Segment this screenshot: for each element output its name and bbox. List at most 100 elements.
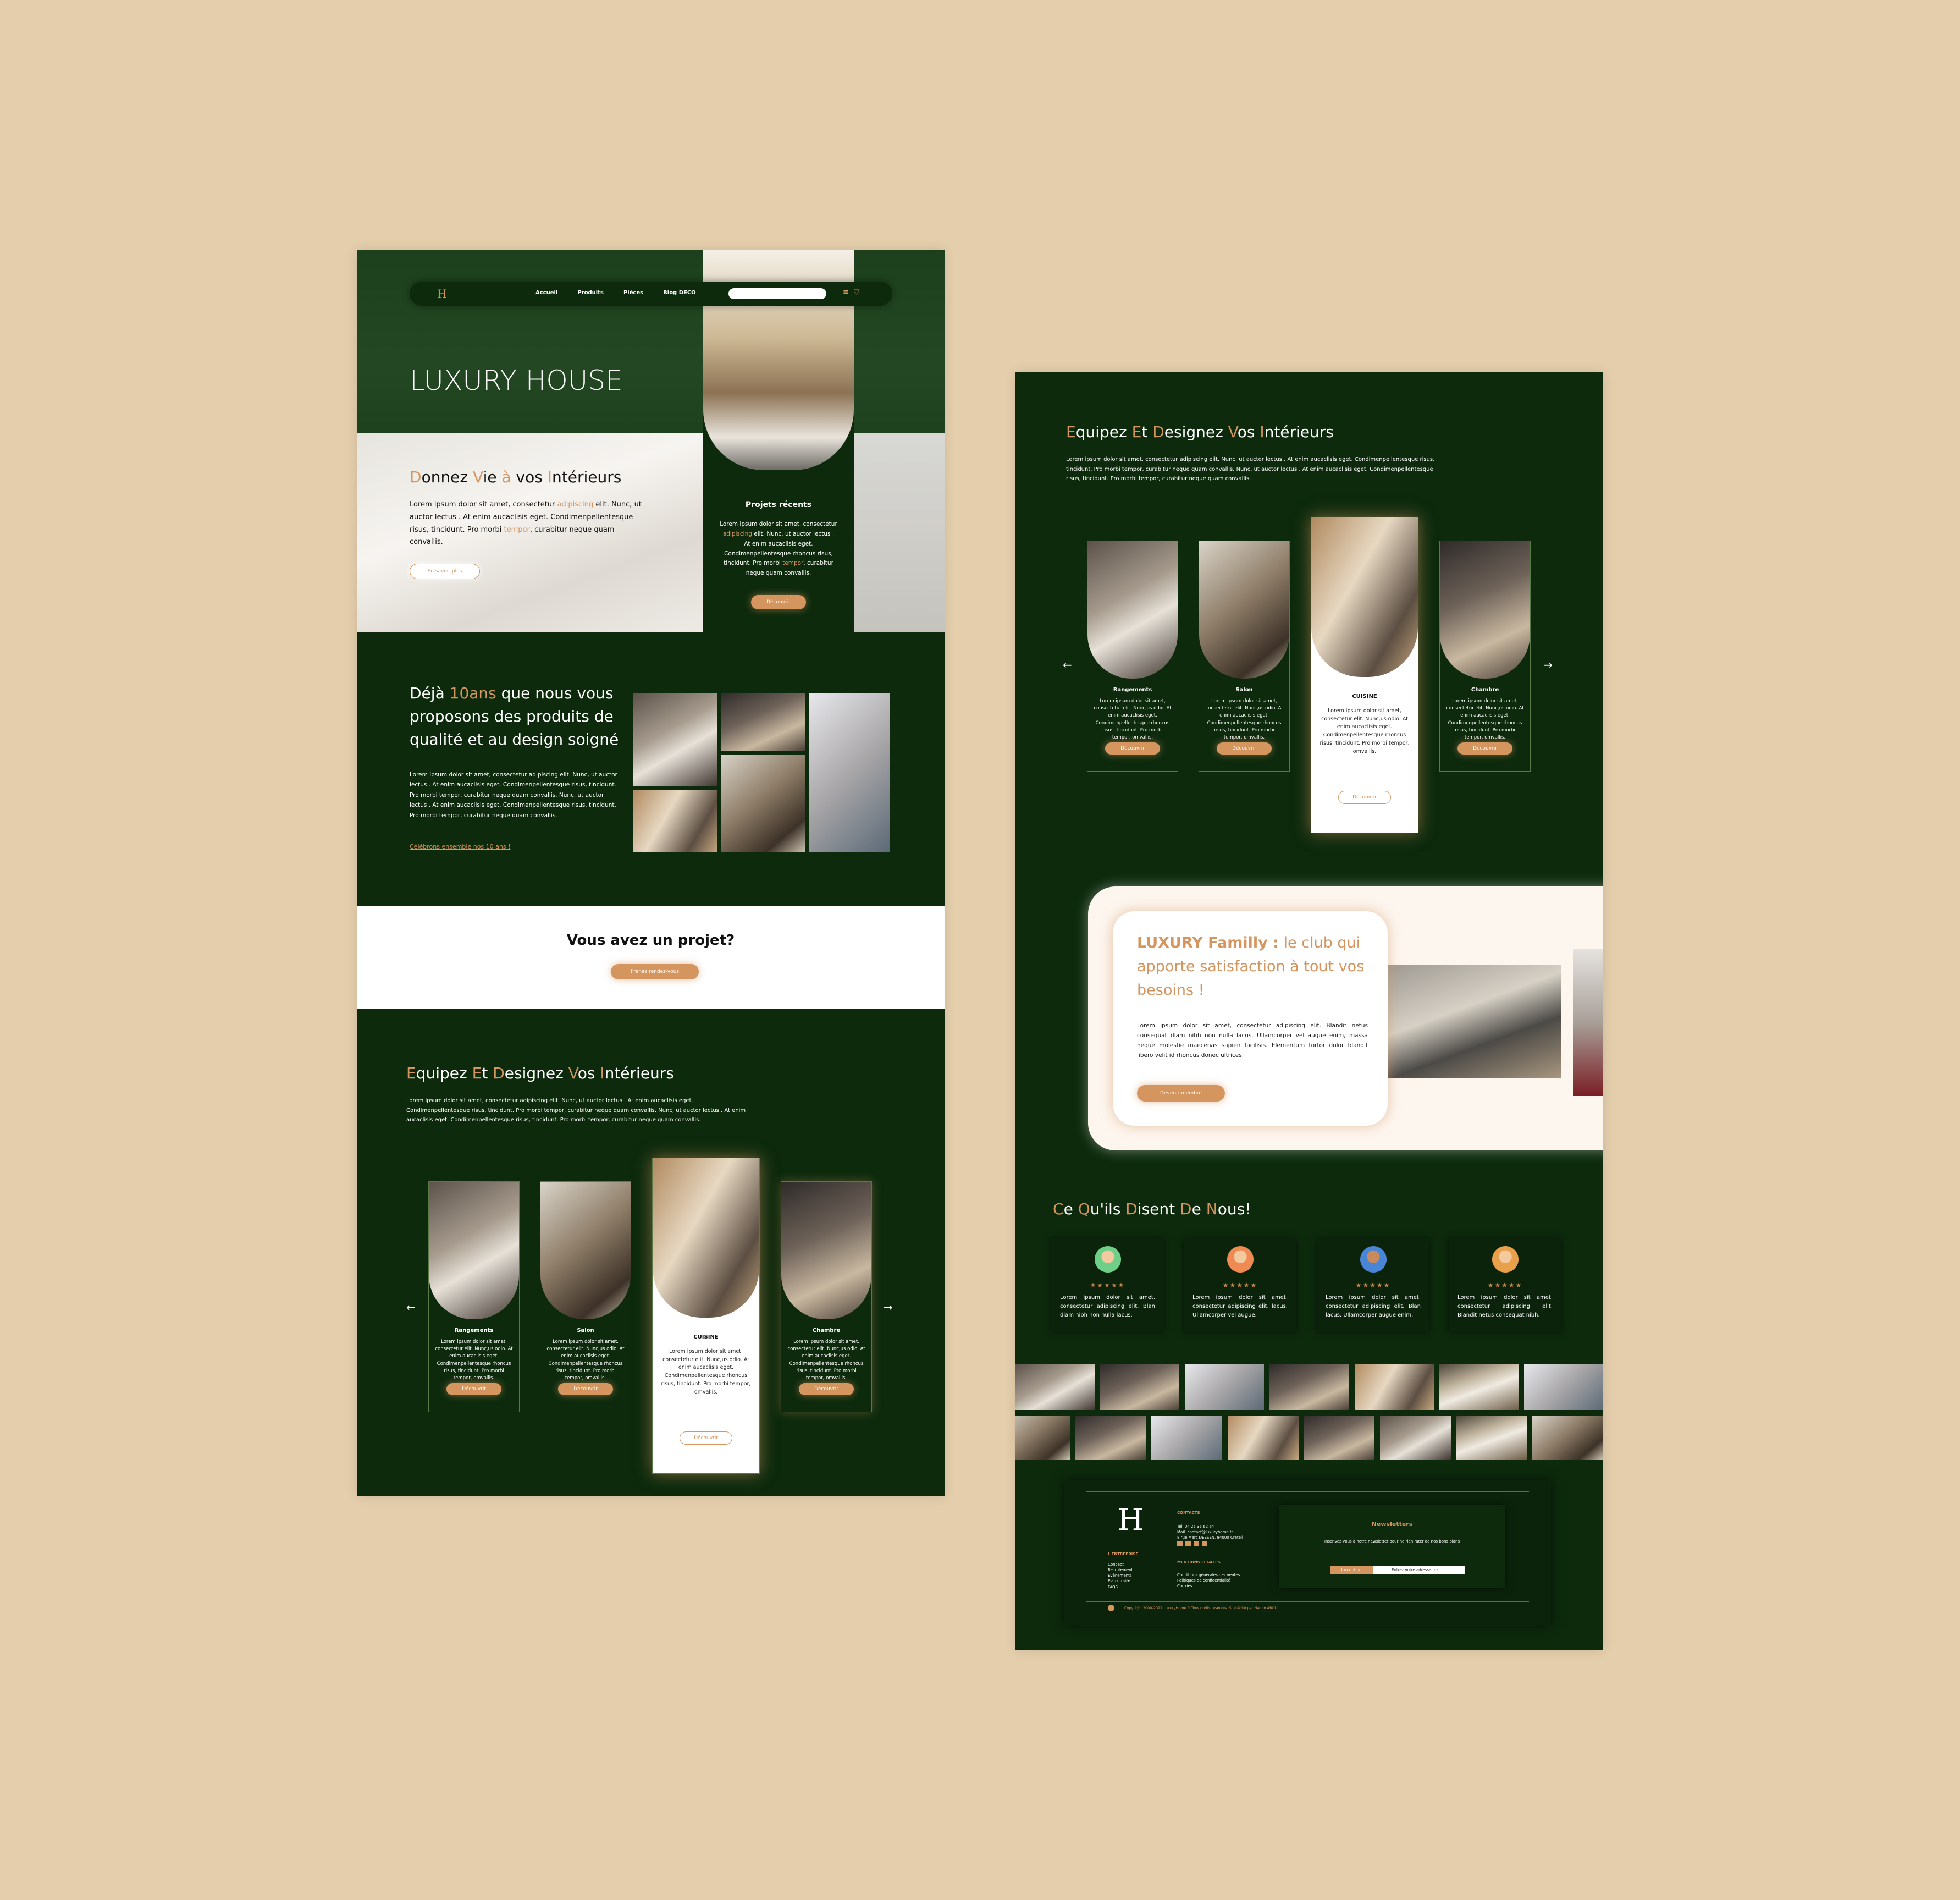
- cart-icon[interactable]: ⛉: [854, 288, 859, 296]
- room-card-rangements[interactable]: Rangements Lorem ipsum dolor sit amet, c…: [428, 1181, 520, 1412]
- nav-item-pieces[interactable]: Pièces: [623, 290, 643, 296]
- newsletter-subscribe-button[interactable]: Inscription: [1330, 1566, 1373, 1574]
- learn-more-button[interactable]: En savoir plus: [410, 564, 480, 579]
- room-card-text: Lorem ipsum dolor sit amet, consectetur …: [546, 1339, 625, 1381]
- nav-item-produits[interactable]: Produits: [577, 290, 604, 296]
- footer-link[interactable]: FAQS: [1108, 1584, 1133, 1590]
- room-card-image: [540, 1182, 631, 1319]
- footer-link[interactable]: Concept: [1108, 1562, 1133, 1567]
- legal-link[interactable]: Cookies: [1177, 1584, 1240, 1589]
- hero-green-overlay: [357, 250, 945, 433]
- discover-projects-button[interactable]: Découvrir: [751, 595, 806, 609]
- testimonials-letter: D: [1125, 1200, 1138, 1218]
- testimonial-card: ★★★★★ Lorem ipsum dolor sit amet, consec…: [1184, 1238, 1296, 1332]
- equip-letter: E: [1131, 423, 1142, 441]
- footer-link[interactable]: Recrutement: [1108, 1567, 1133, 1573]
- testimonial-text: Lorem ipsum dolor sit amet, consectetur …: [1326, 1295, 1421, 1318]
- room-card-chambre-2[interactable]: Chambre Lorem ipsum dolor sit amet, cons…: [1439, 541, 1531, 772]
- legal-link[interactable]: Conditions générales des ventes: [1177, 1573, 1240, 1578]
- equip-word: esignez: [1164, 423, 1228, 441]
- room-card-chambre[interactable]: Chambre Lorem ipsum dolor sit amet, cons…: [781, 1181, 872, 1412]
- room-card-cuisine[interactable]: CUISINE Lorem ipsum dolor sit amet, cons…: [652, 1158, 760, 1474]
- logo-icon[interactable]: H: [437, 287, 446, 300]
- headline-letter: D: [410, 468, 422, 486]
- equip-letter: E: [1066, 423, 1076, 441]
- hero-right-image: [854, 433, 945, 632]
- strip-image: [1439, 1364, 1519, 1410]
- company-title: L'ENTREPRISE: [1108, 1552, 1139, 1556]
- room-card-button[interactable]: Découvrir: [1217, 742, 1272, 755]
- room-card-button[interactable]: Découvrir: [558, 1383, 613, 1395]
- room-card-salon-2[interactable]: Salon Lorem ipsum dolor sit amet, consec…: [1199, 541, 1290, 772]
- headline-letter: I: [547, 468, 552, 486]
- headline-word: ie: [483, 468, 502, 486]
- equip-word: ntérieurs: [604, 1064, 674, 1082]
- testimonials-title: Ce Qu'ils Disent De Nous!: [1053, 1200, 1251, 1218]
- search-input[interactable]: ⌕: [728, 288, 826, 299]
- equip-letter: I: [1260, 423, 1265, 441]
- room-card-text: Lorem ipsum dolor sit amet, consectetur …: [1205, 698, 1283, 740]
- newsletter-email-input[interactable]: Entrez votre adresse mail: [1373, 1566, 1465, 1574]
- legal-link[interactable]: Politiques de confidentialité: [1177, 1578, 1240, 1584]
- testimonials-letter: D: [1180, 1200, 1192, 1218]
- room-card-rangements-2[interactable]: Rangements Lorem ipsum dolor sit amet, c…: [1087, 541, 1178, 772]
- headline-word: ntérieurs: [552, 468, 622, 486]
- youtube-icon[interactable]: [1202, 1541, 1207, 1546]
- room-card-image: [429, 1182, 519, 1319]
- nav-item-accueil[interactable]: Accueil: [535, 290, 557, 296]
- room-card-image: [1440, 541, 1530, 679]
- testimonials-word: e: [1063, 1200, 1078, 1218]
- gallery-image: [809, 693, 890, 852]
- strip-image: [1532, 1416, 1603, 1460]
- room-card-button[interactable]: Découvrir: [1105, 742, 1160, 755]
- pinterest-icon[interactable]: [1194, 1541, 1199, 1546]
- appointment-button[interactable]: Prenez rendez-vous: [611, 964, 699, 979]
- room-card-title: CUISINE: [693, 1334, 719, 1340]
- room-card-button[interactable]: Découvrir: [1338, 791, 1391, 804]
- photo-strip-row-2: [1015, 1416, 1603, 1460]
- carousel-prev-arrow-2[interactable]: ←: [1063, 658, 1072, 671]
- hero-body: Lorem ipsum dolor sit amet, consectetur …: [410, 499, 646, 549]
- menu-icon[interactable]: ≡: [843, 288, 849, 296]
- equip-word: quipez: [1075, 423, 1132, 441]
- carousel-next-arrow[interactable]: →: [884, 1301, 893, 1314]
- rating-stars: ★★★★★: [1487, 1281, 1523, 1289]
- club-body: Lorem ipsum dolor sit amet, consectetur …: [1137, 1022, 1368, 1059]
- room-card-cuisine-2[interactable]: CUISINE Lorem ipsum dolor sit amet, cons…: [1311, 517, 1418, 833]
- footer-link[interactable]: Plan du site: [1108, 1578, 1133, 1584]
- gallery-image: [633, 790, 717, 852]
- club-image-2: [1573, 949, 1603, 1096]
- nav-item-blog[interactable]: Blog DECO: [663, 290, 696, 296]
- strip-image: [1304, 1416, 1375, 1460]
- contact-phone: Tél. 04 25 35 62 64: [1177, 1524, 1214, 1529]
- room-card-text: Lorem ipsum dolor sit amet, consectetur …: [1319, 708, 1410, 755]
- carousel-prev-arrow[interactable]: ←: [406, 1301, 416, 1314]
- room-card-button[interactable]: Découvrir: [799, 1383, 854, 1395]
- avatar: [1094, 1246, 1121, 1273]
- contact-mail[interactable]: Mail. contact@luxuryhome.fr: [1177, 1530, 1243, 1535]
- nav-menu: Accueil Produits Pièces Blog DECO: [535, 290, 696, 296]
- room-card-image: [781, 1182, 871, 1319]
- room-card-title: CUISINE: [1352, 693, 1377, 700]
- hero-headline: Donnez Vie à vos Intérieurs: [410, 468, 621, 486]
- room-card-button[interactable]: Découvrir: [680, 1431, 732, 1445]
- strip-image: [1380, 1416, 1451, 1460]
- contacts-title: CONTACTS: [1177, 1511, 1200, 1515]
- about-title-highlight: 10ans: [449, 684, 496, 702]
- strip-image: [1269, 1364, 1349, 1410]
- carousel-next-arrow-2[interactable]: →: [1543, 658, 1553, 671]
- facebook-icon[interactable]: [1177, 1541, 1183, 1546]
- room-card-button[interactable]: Découvrir: [1457, 742, 1512, 755]
- footer-link[interactable]: Evènements: [1108, 1573, 1133, 1578]
- room-card-salon[interactable]: Salon Lorem ipsum dolor sit amet, consec…: [540, 1181, 631, 1412]
- testimonial-text: Lorem ipsum dolor sit amet, consectetur …: [1192, 1295, 1288, 1318]
- about-title-text: Déjà: [410, 684, 450, 702]
- testimonial-text: Lorem ipsum dolor sit amet, consectetur …: [1060, 1295, 1155, 1318]
- newsletter-text: Inscrivez-vous à notre newsletter pour n…: [1324, 1539, 1460, 1544]
- equip-word: quipez: [416, 1064, 472, 1082]
- become-member-button[interactable]: Devenir membre: [1137, 1085, 1225, 1102]
- room-card-title: Salon: [1235, 687, 1253, 693]
- anniversary-link[interactable]: Célébrons ensemble nos 10 ans !: [410, 843, 511, 850]
- room-card-button[interactable]: Découvrir: [446, 1383, 501, 1395]
- instagram-icon[interactable]: [1185, 1541, 1191, 1546]
